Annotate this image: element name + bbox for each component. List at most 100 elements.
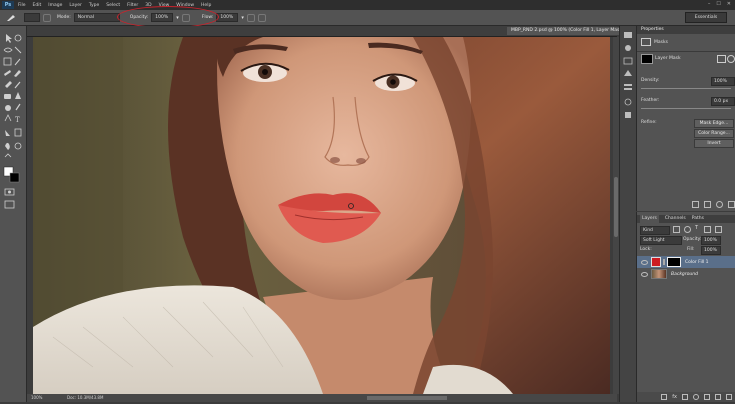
new-layer-icon[interactable] <box>715 394 721 400</box>
status-zoom[interactable]: 100% <box>31 394 42 402</box>
menu-image[interactable]: Image <box>48 3 62 8</box>
add-mask-icon[interactable] <box>682 394 688 400</box>
trash-icon[interactable] <box>726 394 732 400</box>
mask-thumbnail[interactable] <box>641 54 653 64</box>
document-tab[interactable]: MBP_RND 2.psd @ 100% (Color Fill 1, Laye… <box>507 27 636 35</box>
airbrush-icon[interactable] <box>246 13 255 22</box>
menu-type[interactable]: Type <box>89 3 99 8</box>
menu-help[interactable]: Help <box>201 3 211 8</box>
tools-panel: T <box>0 26 27 402</box>
layer-mask-thumbnail[interactable] <box>667 257 681 267</box>
fill-label: Fill: <box>687 247 695 252</box>
delete-mask-icon[interactable] <box>728 201 735 208</box>
flow-dropdown-icon[interactable]: ▾ <box>241 15 244 21</box>
brush-panel-icon[interactable] <box>43 13 51 22</box>
fill-thumbnail[interactable] <box>651 257 661 267</box>
menu-layer[interactable]: Layer <box>69 3 82 8</box>
panel-icon-strip <box>619 26 636 402</box>
portrait-photo <box>33 37 610 394</box>
scroll-thumb[interactable] <box>614 177 618 237</box>
layers-panel: Layers Channels Paths Kind T Soft Light … <box>636 212 735 402</box>
menu-file[interactable]: File <box>18 3 26 8</box>
brush-size-field[interactable] <box>24 13 40 22</box>
filter-icons: T <box>673 226 722 233</box>
svg-text:T: T <box>15 116 20 124</box>
density-label: Density: <box>641 78 660 83</box>
tab-channels[interactable]: Channels <box>665 215 686 223</box>
layer-opacity-field[interactable]: 100% <box>701 236 721 245</box>
document-tab-bar: MBP_RND 2.psd @ 100% (Color Fill 1, Laye… <box>27 26 636 37</box>
refine-label: Refine: <box>641 120 657 125</box>
apply-mask-icon[interactable] <box>704 201 711 208</box>
visibility-eye-icon[interactable] <box>641 259 648 265</box>
red-highlight-ellipse <box>117 6 219 28</box>
layer-row-color-fill[interactable]: Color Fill 1 <box>637 256 735 268</box>
link-layers-icon[interactable] <box>661 394 668 400</box>
properties-footer-icons <box>692 201 735 208</box>
new-group-icon[interactable] <box>704 394 710 400</box>
background-swatch <box>9 172 20 183</box>
vector-mask-icon[interactable] <box>727 55 735 63</box>
tab-layers[interactable]: Layers <box>640 215 659 223</box>
layer-opacity-label: Opacity: <box>683 237 702 242</box>
feather-label: Feather: <box>641 98 660 103</box>
density-slider[interactable] <box>641 88 731 89</box>
new-adjustment-icon[interactable] <box>693 394 699 400</box>
tool-icons: T <box>3 34 22 209</box>
horizontal-scroll-thumb[interactable] <box>367 396 447 400</box>
type-filter-icon[interactable]: T <box>695 226 700 231</box>
brush-size-picker[interactable] <box>24 13 51 22</box>
close-button[interactable]: ✕ <box>727 1 731 7</box>
adjustment-filter-icon[interactable] <box>684 226 691 233</box>
layer-name[interactable]: Color Fill 1 <box>685 260 708 265</box>
properties-tab[interactable]: Properties <box>637 26 735 34</box>
workspace-switcher[interactable]: Essentials <box>685 12 727 23</box>
dock-icons <box>623 32 633 118</box>
density-field[interactable]: 100% <box>711 77 735 86</box>
fill-field[interactable]: 100% <box>701 246 721 255</box>
pixel-filter-icon[interactable] <box>673 226 680 233</box>
invert-button[interactable]: Invert <box>694 139 734 148</box>
options-bar: Mode: Normal Opacity: 100% ▾ Flow: 100% … <box>0 10 735 26</box>
color-range-button[interactable]: Color Range... <box>694 129 734 138</box>
tab-paths[interactable]: Paths <box>692 215 704 223</box>
load-selection-icon[interactable] <box>692 201 699 208</box>
pixel-mask-icon[interactable] <box>717 55 726 63</box>
disable-mask-icon[interactable] <box>716 201 723 208</box>
mode-label: Mode: <box>57 15 71 20</box>
photoshop-logo: Ps <box>2 1 14 9</box>
link-icon <box>663 259 665 265</box>
mode-select[interactable]: Normal <box>73 13 120 22</box>
feather-slider[interactable] <box>641 108 731 109</box>
canvas[interactable] <box>33 37 610 394</box>
minimize-button[interactable]: – <box>708 1 711 7</box>
tool-preset-picker[interactable] <box>6 13 18 22</box>
layers-footer: fx <box>637 392 735 402</box>
pressure-size-icon[interactable] <box>257 13 266 22</box>
layer-mask-label: Layer Mask <box>655 56 681 61</box>
layer-name[interactable]: Background <box>671 272 698 277</box>
smart-object-filter-icon[interactable] <box>715 226 722 233</box>
status-bar: 100% Doc: 10.3M/43.8M <box>27 394 617 402</box>
properties-panel: Properties Masks Layer Mask Density: 100… <box>636 26 735 211</box>
maximize-button[interactable]: ☐ <box>716 1 720 7</box>
status-doc-size: Doc: 10.3M/43.8M <box>67 395 104 400</box>
menu-filter[interactable]: Filter <box>127 3 138 8</box>
layer-row-background[interactable]: Background <box>637 268 735 280</box>
fx-icon[interactable]: fx <box>672 394 677 400</box>
mask-edge-button[interactable]: Mask Edge... <box>694 119 734 128</box>
masks-label: Masks <box>654 39 668 45</box>
background-thumbnail[interactable] <box>651 269 667 279</box>
menu-select[interactable]: Select <box>106 3 120 8</box>
feather-field[interactable]: 0.0 px <box>711 97 735 106</box>
masks-icon <box>641 38 651 46</box>
lock-label: Lock: <box>640 247 652 252</box>
menu-edit[interactable]: Edit <box>33 3 42 8</box>
blend-mode-select[interactable]: Soft Light <box>640 236 682 245</box>
filter-kind-select[interactable]: Kind <box>640 226 670 235</box>
shape-filter-icon[interactable] <box>704 226 711 233</box>
menu-bar: Ps File Edit Image Layer Type Select Fil… <box>0 0 735 10</box>
flow-field[interactable]: 100% <box>216 13 239 22</box>
window-buttons: – ☐ ✕ <box>708 1 731 7</box>
visibility-eye-icon[interactable] <box>641 271 648 277</box>
